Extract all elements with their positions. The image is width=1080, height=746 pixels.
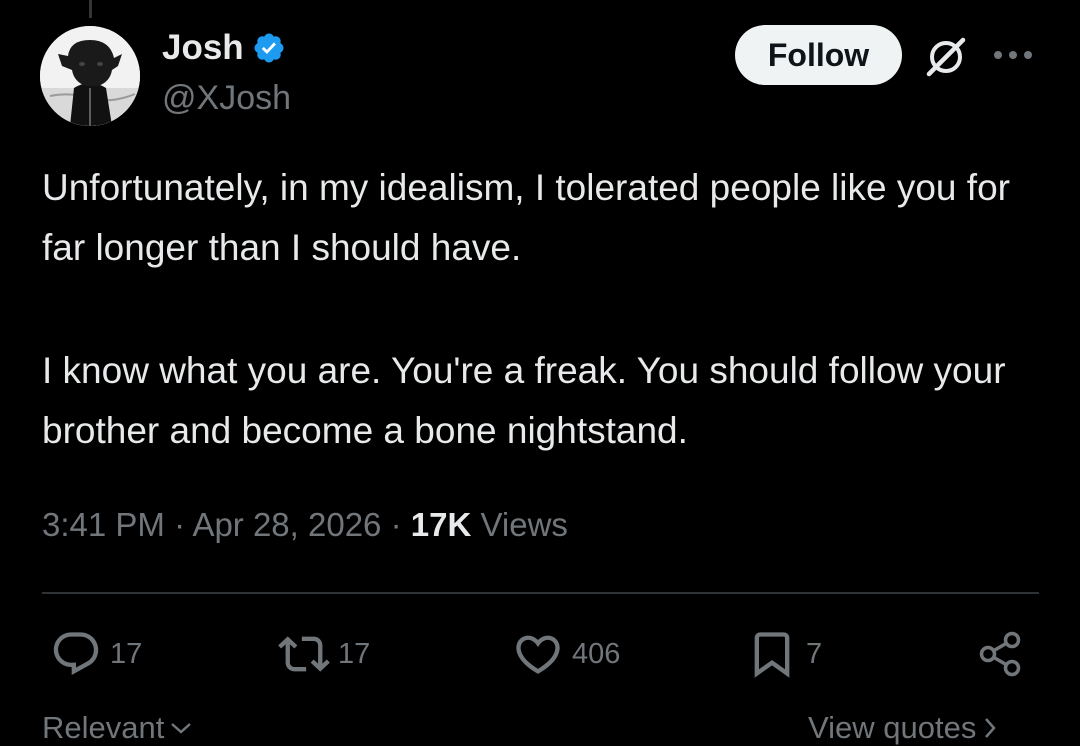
- meta-separator: ·: [174, 506, 186, 543]
- author-avatar[interactable]: [40, 26, 140, 126]
- more-options-icon[interactable]: [990, 42, 1036, 68]
- tweet-meta: 3:41 PM · Apr 28, 2026 · 17K Views: [42, 504, 568, 546]
- bookmark-count: 7: [806, 637, 823, 670]
- repost-icon: [278, 636, 330, 672]
- view-quotes-link[interactable]: View quotes: [808, 710, 1000, 746]
- views-count: 17K: [410, 506, 472, 543]
- views-label: Views: [480, 506, 568, 543]
- chevron-right-icon: [985, 718, 997, 738]
- tweet-paragraph: Unfortunately, in my idealism, I tolerat…: [42, 167, 1010, 268]
- share-button[interactable]: [974, 628, 1026, 680]
- grok-icon[interactable]: [922, 33, 970, 81]
- tweet-date[interactable]: Apr 28, 2026: [192, 506, 381, 543]
- repost-count: 17: [338, 637, 371, 670]
- bookmark-button[interactable]: 7: [746, 628, 822, 680]
- share-icon: [979, 631, 1021, 677]
- heart-icon: [516, 635, 560, 674]
- repost-button[interactable]: 17: [278, 628, 370, 680]
- reply-icon: [53, 632, 99, 676]
- follow-button[interactable]: Follow: [735, 25, 902, 85]
- view-quotes-label: View quotes: [808, 710, 977, 745]
- tweet-paragraph: I know what you are. You're a freak. You…: [42, 350, 1006, 451]
- reply-sort-label: Relevant: [42, 710, 165, 745]
- divider: [42, 592, 1039, 594]
- author-name-row[interactable]: Josh: [162, 28, 286, 68]
- like-button[interactable]: 406: [512, 628, 620, 680]
- verified-badge-icon[interactable]: [252, 31, 286, 65]
- avatar-image: [40, 26, 140, 126]
- author-handle[interactable]: @XJosh: [162, 78, 291, 118]
- reply-count: 17: [110, 637, 143, 670]
- reply-button[interactable]: 17: [50, 628, 142, 680]
- meta-separator: ·: [390, 506, 402, 543]
- chevron-down-icon: [171, 723, 192, 734]
- bookmark-icon: [754, 632, 790, 678]
- like-count: 406: [572, 637, 621, 670]
- author-display-name[interactable]: Josh: [162, 28, 244, 68]
- tweet-time[interactable]: 3:41 PM: [42, 506, 165, 543]
- tweet-text: Unfortunately, in my idealism, I tolerat…: [42, 158, 1052, 461]
- thread-connector-line: [89, 0, 92, 18]
- reply-sort-dropdown[interactable]: Relevant: [42, 710, 194, 746]
